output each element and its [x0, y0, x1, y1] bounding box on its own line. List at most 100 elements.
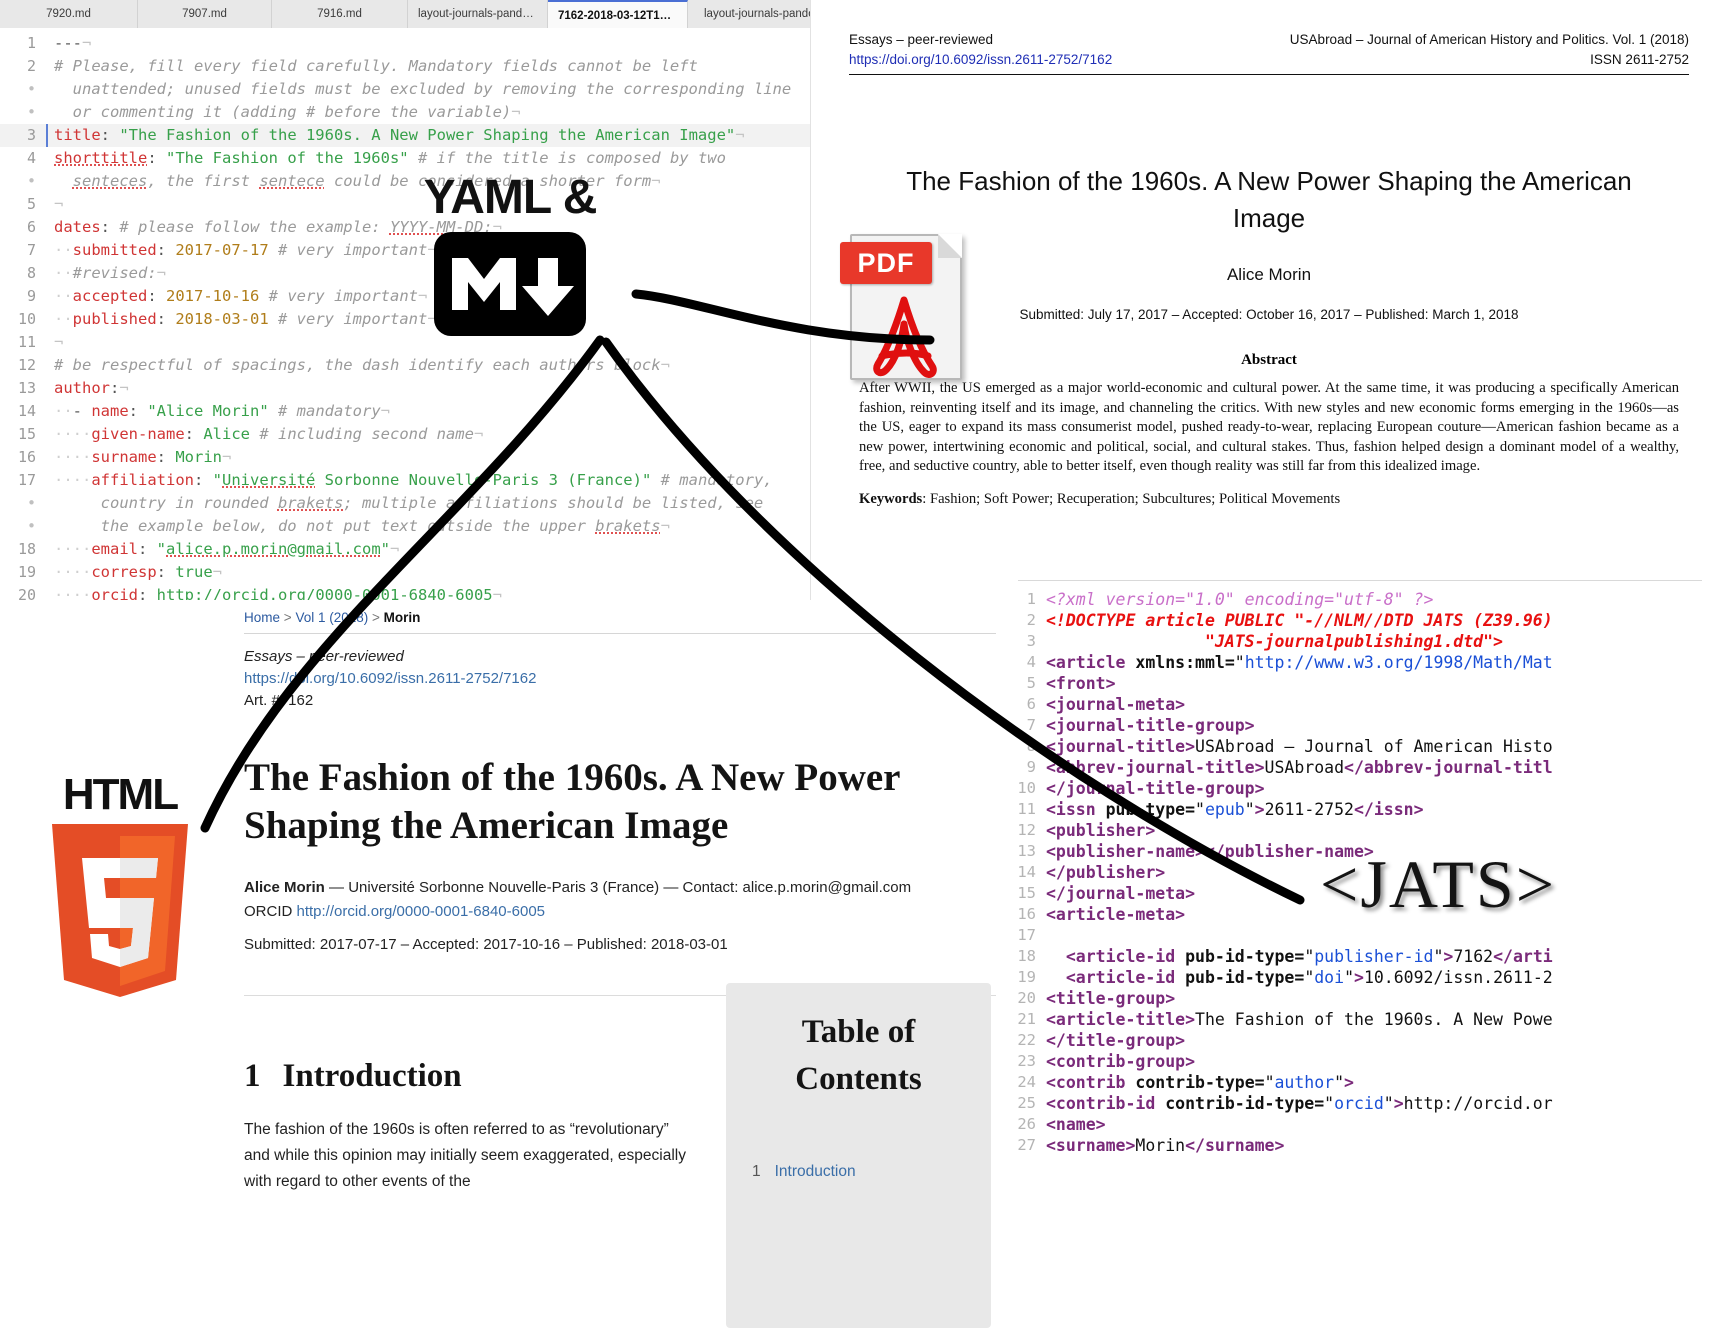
xml-line-number: 5 — [1026, 674, 1036, 692]
xml-line-10[interactable]: 10 </journal-title-group> — [1012, 778, 1712, 799]
xml-line-13[interactable]: 13 <publisher-name></publisher-name> — [1012, 841, 1712, 862]
xml-line-22[interactable]: 22 </title-group> — [1012, 1030, 1712, 1051]
yaml-line-3[interactable]: 3 title: "The Fashion of the 1960s. A New… — [0, 124, 880, 147]
yaml-line-•[interactable]: • the example below, do not put text out… — [0, 515, 880, 538]
xml-line-26[interactable]: 26 <name> — [1012, 1114, 1712, 1135]
xml-line-3[interactable]: 3 "JATS-journalpublishing1.dtd"> — [1012, 631, 1712, 652]
yaml-line-number: 10 — [17, 310, 36, 328]
html-orcid-link[interactable]: http://orcid.org/0000-0001-6840-6005 — [297, 903, 546, 920]
xml-line-15[interactable]: 15 </journal-meta> — [1012, 883, 1712, 904]
yaml-line-17[interactable]: 17 ····affiliation: "Université Sorbonne … — [0, 469, 880, 492]
yaml-line-1[interactable]: 1 ---¬ — [0, 32, 880, 55]
xml-line-content: <!DOCTYPE article PUBLIC "-//NLM//DTD JA… — [1046, 611, 1553, 630]
yaml-line-14[interactable]: 14 ··- name: "Alice Morin" # mandatory¬ — [0, 400, 880, 423]
yaml-line-6[interactable]: 6 dates: # please follow the example: YYY… — [0, 216, 880, 239]
editor-tab-2[interactable]: 7916.md — [272, 0, 408, 28]
yaml-line-19[interactable]: 19 ····corresp: true¬ — [0, 561, 880, 584]
html-meta-doi[interactable]: https://doi.org/10.6092/issn.2611-2752/7… — [244, 668, 996, 690]
xml-line-8[interactable]: 8 <journal-title>USAbroad — Journal of Am… — [1012, 736, 1712, 757]
yaml-line-2[interactable]: 2 # Please, fill every field carefully. M… — [0, 55, 880, 78]
yaml-line-4[interactable]: 4 shorttitle: "The Fashion of the 1960s" … — [0, 147, 880, 170]
yaml-line-•[interactable]: • country in rounded brakets; multiple a… — [0, 492, 880, 515]
yaml-code-area[interactable]: 1 ---¬ 2 # Please, fill every field careful… — [0, 28, 880, 600]
xml-line-7[interactable]: 7 <journal-title-group> — [1012, 715, 1712, 736]
xml-line-content: </journal-meta> — [1046, 884, 1196, 903]
yaml-line-15[interactable]: 15 ····given-name: Alice # including seco… — [0, 423, 880, 446]
breadcrumb-volume[interactable]: Vol 1 (2018) — [295, 610, 368, 625]
xml-top-rule — [1018, 580, 1702, 581]
xml-line-4[interactable]: 4 <article xmlns:mml="http://www.w3.org/1… — [1012, 652, 1712, 673]
yaml-line-8[interactable]: 8 ··#revised:¬ — [0, 262, 880, 285]
yaml-line-•[interactable]: • senteces, the first sentece could be c… — [0, 170, 880, 193]
xml-line-5[interactable]: 5 <front> — [1012, 673, 1712, 694]
xml-line-number: 18 — [1017, 947, 1036, 965]
xml-line-16[interactable]: 16 <article-meta> — [1012, 904, 1712, 925]
xml-line-content: </publisher> — [1046, 863, 1166, 882]
xml-line-number: 26 — [1017, 1115, 1036, 1133]
toc-item-label[interactable]: Introduction — [775, 1163, 856, 1180]
xml-line-9[interactable]: 9 <abbrev-journal-title>USAbroad</abbrev-… — [1012, 757, 1712, 778]
yaml-line-content: # Please, fill every field carefully. Ma… — [54, 57, 698, 75]
editor-tab-1[interactable]: 7907.md — [138, 0, 272, 28]
table-of-contents-box: Table of Contents 1 Introduction — [726, 983, 991, 1328]
yaml-line-18[interactable]: 18 ····email: "alice.p.morin@gmail.com"¬ — [0, 538, 880, 561]
html-author-line: Alice Morin — Université Sorbonne Nouvel… — [230, 850, 1010, 924]
xml-line-14[interactable]: 14 </publisher> — [1012, 862, 1712, 883]
xml-line-20[interactable]: 20 <title-group> — [1012, 988, 1712, 1009]
toc-heading: Table of Contents — [726, 983, 991, 1103]
yaml-line-number: 14 — [17, 402, 36, 420]
xml-line-19[interactable]: 19 <article-id pub-id-type="doi">10.6092… — [1012, 967, 1712, 988]
pdf-head-doi[interactable]: https://doi.org/10.6092/issn.2611-2752/7… — [849, 50, 1112, 70]
xml-line-27[interactable]: 27 <surname>Morin</surname> — [1012, 1135, 1712, 1156]
yaml-line-13[interactable]: 13 author:¬ — [0, 377, 880, 400]
editor-tab-4-active[interactable]: 7162-2018-03-12T17:5... — [548, 0, 688, 28]
yaml-line-content: ····affiliation: "Université Sorbonne No… — [54, 471, 773, 489]
toc-item-introduction[interactable]: 1 Introduction — [726, 1103, 991, 1181]
xml-line-number: 1 — [1026, 590, 1036, 608]
yaml-line-5[interactable]: 5 ¬ — [0, 193, 880, 216]
xml-line-number: 16 — [1017, 905, 1036, 923]
html-article-title: The Fashion of the 1960s. A New Power Sh… — [244, 756, 900, 847]
editor-tab-0[interactable]: 7920.md — [0, 0, 138, 28]
yaml-line-•[interactable]: • unattended; unused fields must be excl… — [0, 78, 880, 101]
yaml-line-9[interactable]: 9 ··accepted: 2017-10-16 # very important… — [0, 285, 880, 308]
xml-line-6[interactable]: 6 <journal-meta> — [1012, 694, 1712, 715]
yaml-line-11[interactable]: 11 ¬ — [0, 331, 880, 354]
xml-line-24[interactable]: 24 <contrib contrib-type="author"> — [1012, 1072, 1712, 1093]
yaml-line-16[interactable]: 16 ····surname: Morin¬ — [0, 446, 880, 469]
xml-line-12[interactable]: 12 <publisher> — [1012, 820, 1712, 841]
xml-line-21[interactable]: 21 <article-title>The Fashion of the 1960… — [1012, 1009, 1712, 1030]
xml-line-content: "JATS-journalpublishing1.dtd"> — [1046, 632, 1503, 651]
breadcrumb-home[interactable]: Home — [244, 610, 280, 625]
yaml-line-content: ····given-name: Alice # including second… — [54, 425, 484, 443]
yaml-line-content: country in rounded brakets; multiple aff… — [54, 494, 764, 512]
xml-line-content: <journal-meta> — [1046, 695, 1186, 714]
xml-line-25[interactable]: 25 <contrib-id contrib-id-type="orcid">ht… — [1012, 1093, 1712, 1114]
yaml-line-7[interactable]: 7 ··submitted: 2017-07-17 # very importan… — [0, 239, 880, 262]
xml-line-content: <journal-title-group> — [1046, 716, 1255, 735]
xml-line-2[interactable]: 2 <!DOCTYPE article PUBLIC "-//NLM//DTD J… — [1012, 610, 1712, 631]
yaml-line-20[interactable]: 20 ····orcid: http://orcid.org/0000-0001-… — [0, 584, 880, 600]
xml-code-area[interactable]: 1 <?xml version="1.0" encoding="utf-8" ?>… — [1008, 589, 1712, 1156]
xml-line-23[interactable]: 23 <contrib-group> — [1012, 1051, 1712, 1072]
yaml-line-10[interactable]: 10 ··published: 2018-03-01 # very importa… — [0, 308, 880, 331]
yaml-line-12[interactable]: 12 # be respectful of spacings, the dash … — [0, 354, 880, 377]
xml-line-number: 11 — [1017, 800, 1036, 818]
html-section-number: 1 — [244, 1058, 261, 1094]
xml-line-18[interactable]: 18 <article-id pub-id-type="publisher-id… — [1012, 946, 1712, 967]
yaml-line-number: • — [26, 172, 36, 190]
xml-line-number: 2 — [1026, 611, 1036, 629]
yaml-line-•[interactable]: • or commenting it (adding # before the … — [0, 101, 880, 124]
xml-line-11[interactable]: 11 <issn pub-type="epub">2611-2752</issn> — [1012, 799, 1712, 820]
html-dates: Submitted: 2017-07-17 – Accepted: 2017-1… — [244, 936, 728, 953]
xml-line-17[interactable]: 17 — [1012, 925, 1712, 946]
html-orcid-label: ORCID — [244, 903, 297, 920]
editor-tab-3[interactable]: layout-journals-pando... — [408, 0, 548, 28]
html-author-affiliation: — Université Sorbonne Nouvelle-Paris 3 (… — [324, 879, 912, 896]
screenshot-root: 7920.md 7907.md 7916.md layout-journals-… — [0, 0, 1712, 1328]
xml-line-content: </journal-title-group> — [1046, 779, 1265, 798]
yaml-line-number: 17 — [17, 471, 36, 489]
xml-line-1[interactable]: 1 <?xml version="1.0" encoding="utf-8" ?> — [1012, 589, 1712, 610]
yaml-line-number: 1 — [26, 34, 36, 52]
yaml-line-content: ····orcid: http://orcid.org/0000-0001-68… — [54, 586, 502, 600]
